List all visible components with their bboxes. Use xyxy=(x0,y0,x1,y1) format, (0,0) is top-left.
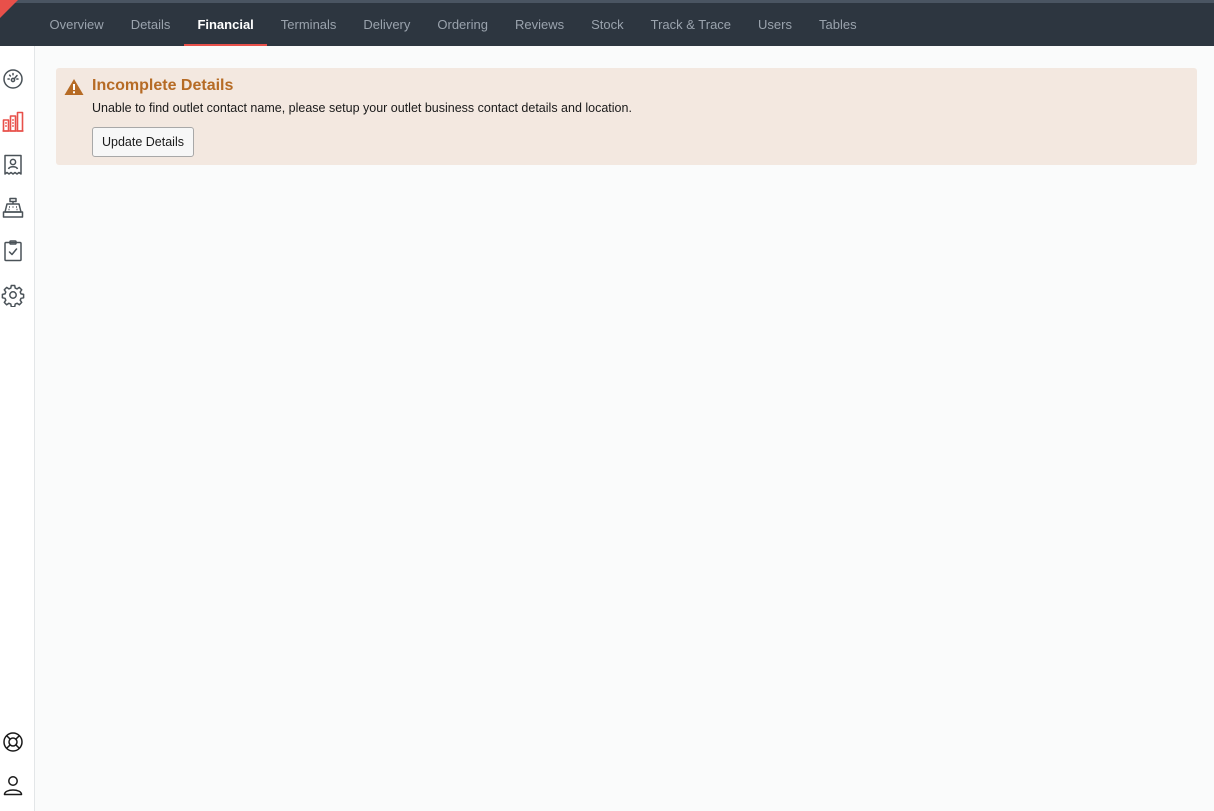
tab-details[interactable]: Details xyxy=(117,3,184,46)
alert-title: Incomplete Details xyxy=(92,77,234,94)
tab-financial[interactable]: Financial xyxy=(183,3,268,46)
tab-track-and-trace[interactable]: Track & Trace xyxy=(637,3,744,46)
help-lifebuoy-icon[interactable] xyxy=(1,730,25,754)
profile-card-icon[interactable] xyxy=(1,153,25,177)
sidebar xyxy=(0,46,35,811)
warning-triangle-icon xyxy=(64,78,84,96)
till-register-icon[interactable] xyxy=(1,196,25,220)
main-content: Incomplete Details Unable to find outlet… xyxy=(36,46,1214,811)
tab-terminals[interactable]: Terminals xyxy=(267,3,350,46)
tab-bar: Overview Details Financial Terminals Del… xyxy=(36,3,870,46)
tab-delivery[interactable]: Delivery xyxy=(350,3,424,46)
dashboard-gauge-icon[interactable] xyxy=(1,67,25,91)
corner-flag-decoration xyxy=(0,0,18,18)
clipboard-check-icon[interactable] xyxy=(1,239,25,263)
tab-tables[interactable]: Tables xyxy=(806,3,871,46)
update-details-button[interactable]: Update Details xyxy=(92,127,194,157)
tab-ordering[interactable]: Ordering xyxy=(424,3,502,46)
user-account-icon[interactable] xyxy=(1,773,25,797)
tab-reviews[interactable]: Reviews xyxy=(501,3,577,46)
financial-chart-icon[interactable] xyxy=(1,110,25,134)
tab-stock[interactable]: Stock xyxy=(578,3,638,46)
incomplete-details-alert: Incomplete Details Unable to find outlet… xyxy=(56,68,1197,165)
tab-users[interactable]: Users xyxy=(745,3,806,46)
settings-gear-icon[interactable] xyxy=(1,283,25,307)
alert-message: Unable to find outlet contact name, plea… xyxy=(92,101,632,115)
tab-overview[interactable]: Overview xyxy=(36,3,117,46)
top-navigation-bar: Overview Details Financial Terminals Del… xyxy=(0,0,1214,46)
